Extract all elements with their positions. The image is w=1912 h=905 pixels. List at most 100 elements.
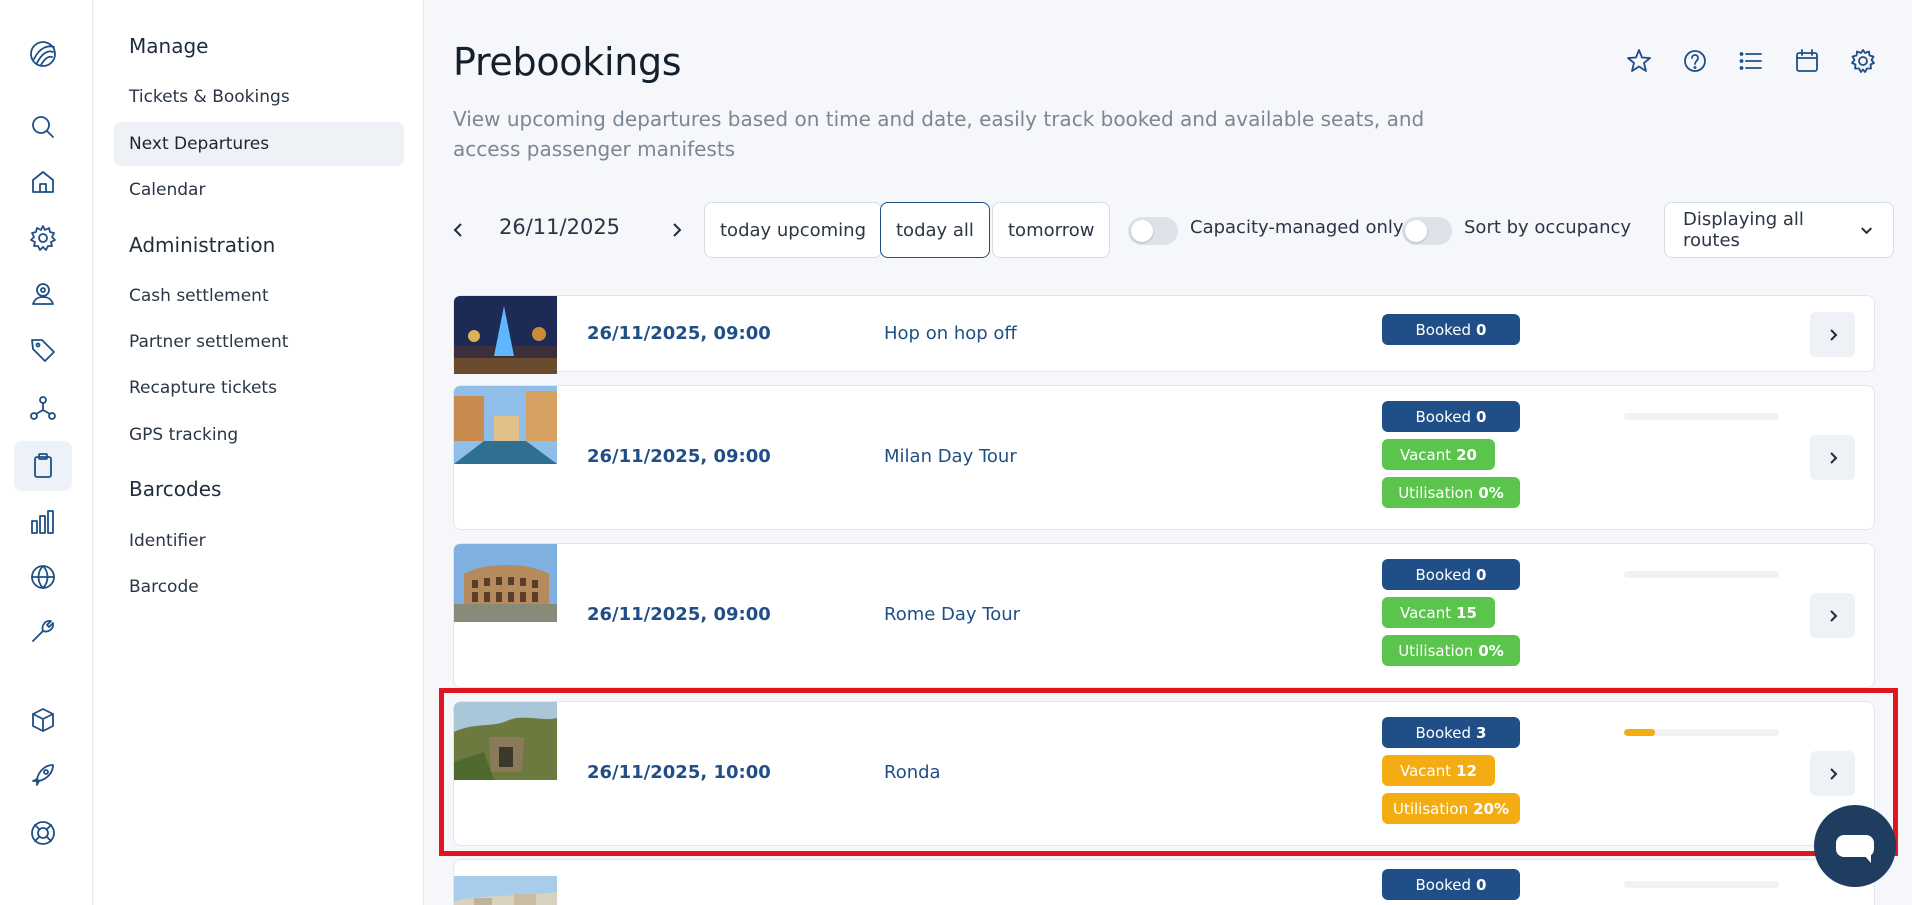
vacant-count: 20 xyxy=(1456,445,1477,464)
cube-icon[interactable] xyxy=(26,703,60,737)
chevron-left-icon[interactable] xyxy=(444,216,472,244)
booked-label: Booked xyxy=(1415,723,1472,742)
chevron-right-icon[interactable] xyxy=(663,216,691,244)
utilisation-bar xyxy=(1624,881,1779,888)
page-title: Prebookings xyxy=(453,40,682,84)
departure-route[interactable]: Rome Day Tour xyxy=(884,604,1020,625)
departure-datetime[interactable]: 26/11/2025, 10:00 xyxy=(587,762,771,783)
star-icon[interactable] xyxy=(1622,44,1656,78)
chevron-down-icon xyxy=(1860,227,1872,235)
departure-row[interactable]: 26/11/2025, 10:00 Ronda Booked 3 Vacant 12… xyxy=(453,701,1875,846)
clipboard-icon[interactable] xyxy=(14,441,72,491)
open-departure-button[interactable] xyxy=(1810,435,1855,480)
vacant-label: Vacant xyxy=(1400,603,1452,622)
utilisation-bar-fill xyxy=(1624,729,1655,736)
globe-icon[interactable] xyxy=(26,560,60,594)
home-icon[interactable] xyxy=(26,165,60,199)
today-all-button[interactable]: today all xyxy=(880,202,990,258)
departure-route[interactable]: Ronda xyxy=(884,762,941,783)
capacity-managed-toggle[interactable] xyxy=(1128,217,1178,245)
today-upcoming-button[interactable]: today upcoming xyxy=(704,202,883,258)
sidebar-item-recapture-tickets[interactable]: Recapture tickets xyxy=(114,366,404,410)
gear-icon[interactable] xyxy=(26,221,60,255)
filter-toolbar: 26/11/2025 today upcoming today all tomo… xyxy=(444,202,1894,258)
route-thumbnail xyxy=(454,860,557,905)
wrench-icon[interactable] xyxy=(26,614,60,648)
route-thumbnail xyxy=(454,544,557,622)
booked-count: 0 xyxy=(1476,407,1487,426)
capacity-managed-label: Capacity-managed only xyxy=(1190,217,1404,238)
user-pin-icon[interactable] xyxy=(26,277,60,311)
route-thumbnail xyxy=(454,296,557,374)
booked-label: Booked xyxy=(1415,320,1472,339)
utilisation-label: Utilisation xyxy=(1392,799,1469,818)
departure-row[interactable]: 26/11/2025, 09:00 Hop on hop off Booked 0 xyxy=(453,295,1875,374)
utilisation-bar xyxy=(1624,413,1779,420)
network-icon[interactable] xyxy=(26,391,60,425)
utilisation-value: 20% xyxy=(1473,799,1509,818)
route-select[interactable]: Displaying all routes xyxy=(1664,202,1894,258)
sidebar-item-next-departures[interactable]: Next Departures xyxy=(114,122,404,166)
vacant-count: 12 xyxy=(1456,761,1477,780)
departure-row[interactable]: 26/11/2025, 09:00 Rome Day Tour Booked 0 … xyxy=(453,543,1875,688)
booked-badge: Booked 3 xyxy=(1382,717,1520,748)
route-thumbnail xyxy=(454,702,557,780)
departure-badges: Booked 0 Vacant 20 Utilisation 0% xyxy=(1382,401,1520,508)
vacant-badge: Vacant 20 xyxy=(1382,439,1495,470)
calendar-icon[interactable] xyxy=(1790,44,1824,78)
open-departure-button[interactable] xyxy=(1810,593,1855,638)
departure-datetime[interactable]: 26/11/2025, 09:00 xyxy=(587,323,771,344)
bar-chart-icon[interactable] xyxy=(26,505,60,539)
tag-icon[interactable] xyxy=(26,333,60,367)
sidebar-item-gps-tracking[interactable]: GPS tracking xyxy=(114,413,404,457)
vacant-badge: Vacant 15 xyxy=(1382,597,1495,628)
booked-label: Booked xyxy=(1415,565,1472,584)
list-icon[interactable] xyxy=(1734,44,1768,78)
open-departure-button[interactable] xyxy=(1810,312,1855,357)
vacant-label: Vacant xyxy=(1400,761,1452,780)
sort-by-occupancy-label: Sort by occupancy xyxy=(1464,217,1632,238)
departure-row[interactable]: 26/11/2025, 09:00 Milan Day Tour Booked 0… xyxy=(453,385,1875,530)
departure-route[interactable]: Milan Day Tour xyxy=(884,446,1017,467)
utilisation-badge: Utilisation 0% xyxy=(1382,635,1520,666)
logo-icon[interactable] xyxy=(26,37,60,71)
utilisation-badge: Utilisation 20% xyxy=(1382,793,1520,824)
departure-badges: Booked 0 xyxy=(1382,869,1520,900)
sidebar-heading-barcodes: Barcodes xyxy=(129,477,222,501)
departure-route[interactable]: Hop on hop off xyxy=(884,323,1017,344)
booked-badge: Booked 0 xyxy=(1382,314,1520,345)
chevron-right-icon xyxy=(1829,451,1837,464)
booked-count: 3 xyxy=(1476,723,1487,742)
sidebar-item-partner-settlement[interactable]: Partner settlement xyxy=(114,320,404,364)
sort-by-occupancy-toggle[interactable] xyxy=(1402,217,1452,245)
departure-row[interactable]: Booked 0 xyxy=(453,859,1875,905)
departure-datetime[interactable]: 26/11/2025, 09:00 xyxy=(587,604,771,625)
tomorrow-button[interactable]: tomorrow xyxy=(992,202,1111,258)
sidebar-item-tickets-bookings[interactable]: Tickets & Bookings xyxy=(114,75,404,119)
settings-icon[interactable] xyxy=(1846,44,1880,78)
open-departure-button[interactable] xyxy=(1810,751,1855,796)
page-subtitle: View upcoming departures based on time a… xyxy=(453,107,1425,161)
utilisation-value: 0% xyxy=(1478,641,1504,660)
vacant-count: 15 xyxy=(1456,603,1477,622)
sidebar-heading-administration: Administration xyxy=(129,233,276,257)
help-icon[interactable] xyxy=(1678,44,1712,78)
sidebar-item-barcode[interactable]: Barcode xyxy=(114,565,404,609)
booked-label: Booked xyxy=(1415,875,1472,894)
utilisation-label: Utilisation xyxy=(1398,641,1474,660)
sidebar-item-identifier[interactable]: Identifier xyxy=(114,519,404,563)
chat-launcher-button[interactable] xyxy=(1814,805,1896,887)
sidebar-item-calendar[interactable]: Calendar xyxy=(114,168,404,212)
vacant-label: Vacant xyxy=(1400,445,1452,464)
route-select-value: Displaying all routes xyxy=(1683,209,1804,251)
utilisation-bar xyxy=(1624,729,1779,736)
current-date: 26/11/2025 xyxy=(499,215,621,239)
sidebar-item-cash-settlement[interactable]: Cash settlement xyxy=(114,274,404,318)
lifebuoy-icon[interactable] xyxy=(26,816,60,850)
route-thumbnail xyxy=(454,386,557,464)
utilisation-label: Utilisation xyxy=(1398,483,1474,502)
rocket-icon[interactable] xyxy=(26,758,60,792)
search-icon[interactable] xyxy=(26,110,60,144)
utilisation-bar xyxy=(1624,571,1779,578)
departure-datetime[interactable]: 26/11/2025, 09:00 xyxy=(587,446,771,467)
